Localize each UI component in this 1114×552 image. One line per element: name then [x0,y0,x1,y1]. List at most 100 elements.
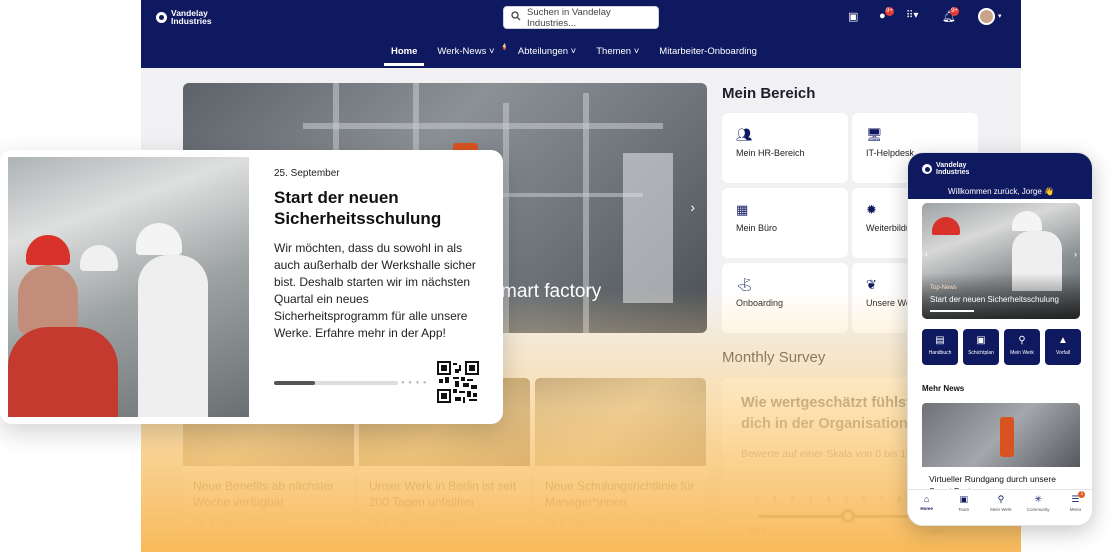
quick-schichtplan[interactable]: ▣ Schichtplan [963,329,999,365]
carousel-next-icon[interactable]: › [690,199,695,215]
mobile-header: Vandelay Industries Willkommen zurück, Jo… [908,153,1092,199]
quick-vorfall[interactable]: ▲ Vorfall [1045,329,1081,365]
news-meta: Vor 6 Tagen • Monatliche Befragung [545,517,681,527]
scale-value[interactable]: 7 [879,494,884,504]
nav-onboarding[interactable]: Mitarbeiter-Onboarding [659,46,757,58]
mobile-tab-bar: ⌂ Home ▣ Team ⚲ Mein Werk ✳ Community ☰ Menü 1 [908,489,1092,525]
qr-code [437,361,479,403]
brand-line-2: Industries [171,16,212,26]
mobile-hero[interactable]: ‹ › Top-News Start der neuen Sicherheits… [922,203,1080,319]
tile-buero[interactable]: ▦ Mein Büro [722,188,848,258]
apps-grid-icon[interactable]: ⠿▾ [906,10,918,21]
survey-high-label-2: wertgeschätzt [893,537,946,547]
alert-icon: ▲ [1058,335,1068,346]
nav-themen[interactable]: Themen ˅ [596,46,639,58]
tab-home[interactable]: ⌂ Home [912,494,942,525]
quick-mein-werk-label: Mein Werk [1010,350,1034,356]
main-nav: Home Werk-News ˅ 4 Abteilungen ˅ Themen ˅… [383,44,757,66]
mobile-hero-kicker: Top-News [930,285,957,291]
plant-hand-icon: ❦ [866,277,877,292]
survey-section-title: Monthly Survey [722,349,826,366]
nav-werk-news-label: Werk-News [437,46,487,57]
pagination-dots[interactable]: ● ● ● ● [401,380,428,386]
mobile-brand-name: Vandelay Industries [936,162,969,176]
carousel-prev-icon[interactable]: ‹ [925,249,928,259]
scale-value[interactable]: 5 [844,494,849,504]
mobile-hero-progress [930,310,974,312]
popup-progress-bar [274,381,398,385]
tab-community-label: Community [1026,507,1050,512]
survey-high-label: sehr wertgeschätzt [893,526,945,548]
id-card-icon[interactable]: ▣ [848,10,858,23]
scale-value[interactable]: 6 [861,494,866,504]
news-title: Neue Schulungsrichtlinie für Manager*inn… [545,479,695,509]
chat-badge: 9+ [885,7,894,16]
avatar[interactable] [978,8,995,25]
search-input[interactable]: Suchen in Vandelay Industries... [503,6,659,29]
news-popup-card[interactable]: 25. September Start der neuen Sicherheit… [0,150,503,424]
pin-icon: ⚲ [1018,335,1026,346]
mobile-more-news-title: Mehr News [922,384,965,393]
mein-bereich-title: Mein Bereich [722,85,816,102]
quick-mein-werk[interactable]: ⚲ Mein Werk [1004,329,1040,365]
carousel-next-icon[interactable]: › [1074,249,1077,259]
mobile-news-image[interactable] [922,403,1080,467]
scale-value[interactable]: 4 [826,494,831,504]
menu-icon: ☰ [1071,494,1080,504]
popup-progress-fill [274,381,315,385]
quick-vorfall-label: Vorfall [1056,350,1070,356]
people-icon: 👥︎ [736,127,753,142]
survey-slider-thumb[interactable] [841,509,855,523]
tab-mein-werk[interactable]: ⚲ Mein Werk [986,494,1016,525]
news-card[interactable]: Neue Schulungsrichtlinie für Manager*inn… [535,378,706,532]
popup-date: 25. September [274,168,340,179]
chevron-down-icon[interactable]: ▾ [998,12,1002,20]
quick-handbuch[interactable]: ▤ Handbuch [922,329,958,365]
tile-onboarding[interactable]: ⛳︎ Onboarding [722,263,848,333]
safety-workers-image [8,157,249,417]
search-icon [511,11,521,24]
home-icon: ⌂ [923,494,930,504]
brand-logo[interactable]: Vandelay Industries [156,9,212,25]
mobile-brand-logo: Vandelay Industries [922,162,969,176]
scale-value[interactable]: 3 [808,494,813,504]
map-pin-icon: ⛳︎ [736,277,753,292]
tab-menu-label: Menü [1069,507,1081,512]
scale-value[interactable]: 2 [790,494,795,504]
survey-low-label: nicht wertgeschätzt [748,526,800,548]
nav-home[interactable]: Home [383,46,425,66]
building-icon: ▦ [736,202,749,217]
nav-werk-news-badge: 4 [502,44,506,50]
tab-mein-werk-label: Mein Werk [990,507,1012,512]
quick-schichtplan-label: Schichtplan [968,350,994,356]
tile-buero-label: Mein Büro [736,223,778,233]
mobile-welcome: Willkommen zurück, Jorge 👋 [948,187,1054,196]
news-title: Neue Benefits ab nächster Woche verfügba… [193,479,335,509]
nav-werk-news[interactable]: Werk-News ˅ 4 [437,44,506,58]
nav-abteilungen[interactable]: Abteilungen ˅ [518,46,576,58]
book-icon: ▤ [935,335,945,346]
popup-body: Wir möchten, dass du sowohl in als auch … [274,241,476,340]
monitor-icon: 🖥︎ [866,127,883,142]
calendar-icon: ▣ [976,335,986,346]
lightbulb-icon: ✹ [866,202,877,217]
mobile-app: Vandelay Industries Willkommen zurück, Jo… [907,152,1093,526]
tab-team[interactable]: ▣ Team [949,494,979,525]
scale-value[interactable]: 0 [755,494,760,504]
news-title: Unser Werk in Berlin ist seit 200 Tagen … [369,479,517,509]
logo-icon [156,11,167,23]
top-navigation-bar: Vandelay Industries Suchen in Vandelay In… [141,0,1021,68]
survey-low-label-2: wertgeschätzt [748,537,801,547]
tab-menu[interactable]: ☰ Menü 1 [1060,491,1090,525]
survey-low-label-1: nicht [748,526,766,536]
tab-community[interactable]: ✳ Community [1023,494,1053,525]
news-meta: Vor 4 Tagen • Erfolgsgeschichten [369,517,494,527]
scale-value[interactable]: 8 [897,494,902,504]
tile-hr[interactable]: 👥︎ Mein HR-Bereich [722,113,848,183]
mobile-brand-line-1: Vandelay [936,162,967,169]
news-meta: Vor 3 Tagen • HR-News [193,517,283,527]
community-icon: ✳ [1034,494,1042,504]
scale-value[interactable]: 1 [773,494,778,504]
search-placeholder: Suchen in Vandelay Industries... [527,6,611,29]
survey-subtitle: Bewerte auf einer Skala von 0 bis 10 [741,448,913,460]
